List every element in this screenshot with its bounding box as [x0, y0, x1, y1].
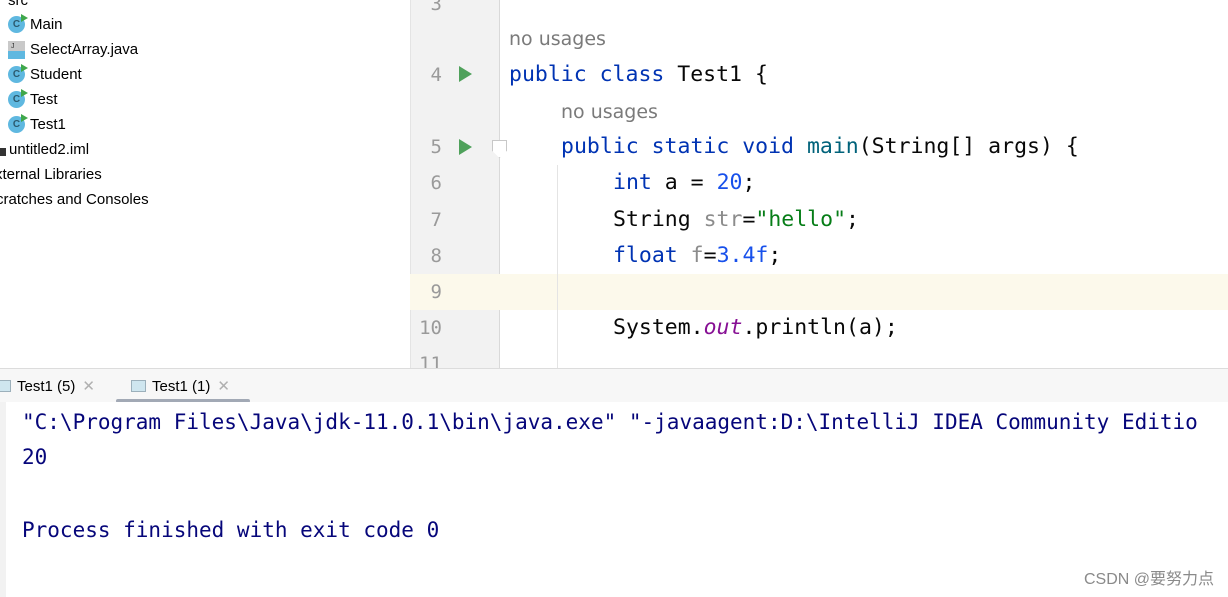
tab-test1-5[interactable]: Test1 (5) ✕ — [0, 369, 95, 403]
code-token: ; — [846, 207, 859, 232]
console-line: 20 — [22, 445, 48, 469]
code-line: public class Test1 { — [509, 57, 768, 93]
line-number: 9 — [430, 281, 442, 303]
tree-item-label: xternal Libraries — [0, 166, 102, 183]
run-icon[interactable] — [459, 66, 472, 82]
code-token: String — [613, 207, 704, 232]
tree-item-main[interactable]: C Main — [8, 12, 63, 37]
java-class-icon: C — [8, 114, 28, 133]
code-line: int a = 20; — [613, 165, 755, 201]
tree-item-label: SelectArray.java — [30, 41, 139, 58]
line-number: 4 — [430, 64, 442, 86]
watermark: CSDN @要努力点 — [1083, 571, 1214, 588]
line-number: 7 — [430, 209, 442, 231]
tab-label: Test1 (1) — [152, 377, 211, 395]
tree-item-label: Test — [30, 91, 58, 108]
run-icon[interactable] — [459, 139, 472, 155]
code-token: public — [561, 134, 652, 159]
code-token: out — [703, 315, 743, 340]
line-number: 5 — [430, 136, 442, 158]
console-line: Process finished with exit code 0 — [22, 518, 440, 542]
tab-test1-1[interactable]: Test1 (1) ✕ — [131, 369, 230, 403]
indent-guide — [557, 165, 558, 368]
line-number: 3 — [430, 0, 442, 15]
code-token: static — [651, 134, 743, 159]
code-token: float — [613, 243, 691, 268]
code-token: 3.4f — [716, 243, 769, 268]
tree-item-label: Main — [30, 16, 63, 33]
tree-item-test1[interactable]: C Test1 — [8, 112, 66, 137]
close-icon[interactable]: ✕ — [82, 377, 95, 395]
console-icon — [0, 380, 11, 392]
tree-item-student[interactable]: C Student — [8, 62, 82, 87]
code-token: System. — [613, 315, 704, 340]
code-line: public static void main(String[] args) { — [561, 129, 1079, 165]
tree-item-test[interactable]: C Test — [8, 87, 58, 112]
code-token: int — [613, 170, 665, 195]
code-token: .println(a); — [742, 315, 898, 340]
current-line-highlight — [410, 274, 1228, 310]
java-class-icon: C — [8, 14, 28, 33]
run-console[interactable]: "C:\Program Files\Java\jdk-11.0.1\bin\ja… — [0, 402, 1228, 597]
code-token: 20 — [716, 170, 743, 195]
code-line: float f=3.4f; — [613, 238, 781, 274]
usage-hint[interactable]: no usages — [561, 94, 658, 130]
tree-item-label: Test1 — [30, 116, 66, 133]
java-class-icon: C — [8, 64, 28, 83]
tree-item-label: untitled2.iml — [9, 141, 90, 158]
line-number: 10 — [419, 317, 442, 339]
code-token: = — [742, 207, 756, 232]
tree-item-label: cratches and Consoles — [0, 191, 149, 208]
code-token: class — [599, 62, 678, 87]
line-number: 8 — [430, 245, 442, 267]
code-token: str — [703, 207, 743, 232]
code-token: ; — [768, 243, 782, 268]
tree-item-selectarray[interactable]: J SelectArray.java — [8, 37, 138, 62]
close-icon[interactable]: ✕ — [217, 377, 230, 395]
line-number: 6 — [430, 172, 442, 194]
code-token: = — [703, 243, 717, 268]
usage-hint[interactable]: no usages — [509, 21, 606, 57]
code-token: f — [690, 243, 704, 268]
tree-item-iml[interactable]: untitled2.iml — [0, 137, 89, 162]
tree-item-external-libraries[interactable]: xternal Libraries — [0, 162, 102, 187]
tree-item-label: Student — [30, 66, 82, 83]
tab-label: Test1 (5) — [17, 377, 76, 395]
code-token: void — [742, 134, 807, 159]
code-line: String str="hello"; — [613, 202, 859, 238]
java-class-icon: C — [8, 89, 28, 108]
code-token: public — [509, 62, 600, 87]
code-token: main — [806, 134, 859, 159]
run-tabs: Test1 (5) ✕ Test1 (1) ✕ — [0, 368, 1228, 403]
console-line: "C:\Program Files\Java\jdk-11.0.1\bin\ja… — [22, 410, 1198, 434]
project-tree: src C Main J SelectArray.java C Student C Te… — [0, 0, 410, 368]
code-token: ; — [742, 170, 756, 195]
java-file-icon: J — [8, 40, 25, 59]
code-line: System.out.println(a); — [613, 310, 898, 346]
code-token: Test1 { — [677, 62, 768, 87]
code-token: (String[] args) { — [858, 134, 1079, 159]
code-token: "hello" — [755, 207, 847, 232]
tree-item-scratches[interactable]: cratches and Consoles — [0, 187, 149, 212]
line-number: 11 — [419, 353, 442, 368]
console-icon — [131, 380, 146, 392]
code-token: a = — [664, 170, 717, 195]
iml-file-icon — [0, 148, 6, 156]
